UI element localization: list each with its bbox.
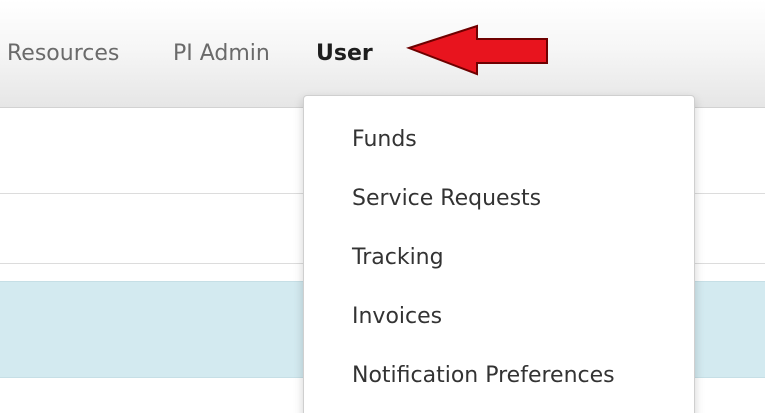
menu-item-funds[interactable]: Funds [352, 125, 417, 155]
page: Resources PI Admin User Funds Service Re… [0, 0, 765, 413]
red-arrow-icon [405, 24, 548, 76]
user-dropdown-menu: Funds Service Requests Tracking Invoices… [303, 95, 695, 413]
nav-item-user[interactable]: User [316, 39, 373, 69]
menu-item-service-requests[interactable]: Service Requests [352, 184, 541, 214]
nav-item-pi-admin[interactable]: PI Admin [173, 39, 270, 69]
nav-item-resources[interactable]: Resources [7, 39, 119, 69]
menu-item-invoices[interactable]: Invoices [352, 302, 442, 332]
menu-item-tracking[interactable]: Tracking [352, 243, 444, 273]
menu-item-notification-preferences[interactable]: Notification Preferences [352, 361, 615, 391]
top-navbar: Resources PI Admin User [0, 0, 765, 108]
